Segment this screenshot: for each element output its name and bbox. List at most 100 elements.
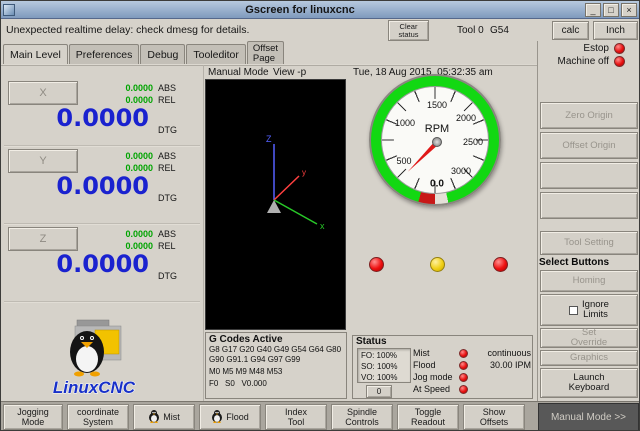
- separator: [4, 301, 200, 303]
- abs-label: ABS: [158, 83, 176, 93]
- tool-setting-button[interactable]: Tool Setting: [540, 231, 638, 255]
- mist-led-icon: [459, 349, 468, 358]
- jog-mode-value: continuous: [471, 348, 531, 358]
- mist-button[interactable]: Mist: [133, 404, 195, 430]
- units-button[interactable]: Inch: [593, 21, 638, 40]
- titlebar[interactable]: Gscreen for linuxcnc _ □ ×: [1, 1, 639, 19]
- sidebar-blank-button-2[interactable]: [540, 192, 638, 219]
- axis-y-abs-value: 0.0000: [89, 151, 153, 161]
- estop-label: Estop: [583, 43, 609, 54]
- mode-toggle-button[interactable]: Manual Mode >>: [538, 403, 639, 431]
- spindle-controls-line1: Spindle: [347, 407, 377, 417]
- index-tool-button[interactable]: Index Tool: [265, 404, 327, 430]
- sidebar-divider: [537, 41, 538, 401]
- maximize-icon[interactable]: □: [603, 3, 619, 17]
- feed-override-value: FO: 100%: [361, 350, 407, 361]
- gauge-title: RPM: [425, 123, 449, 135]
- axis-y-button[interactable]: Y: [8, 149, 78, 173]
- tab-offset-page[interactable]: Offset Page: [247, 41, 284, 65]
- realtime-delay-message: Unexpected realtime delay: check dmesg f…: [6, 24, 249, 36]
- tab-preferences[interactable]: Preferences: [69, 44, 140, 65]
- zero-origin-button[interactable]: Zero Origin: [540, 102, 638, 129]
- axis-z-abs-value: 0.0000: [89, 229, 153, 239]
- spindle-override-value: SO: 100%: [361, 361, 407, 372]
- rel-label: REL: [158, 241, 176, 251]
- index-tool-line2: Tool: [288, 417, 305, 427]
- flood-button[interactable]: Flood: [199, 404, 261, 430]
- graphics-button[interactable]: Graphics: [540, 350, 638, 366]
- estop-row: Estop: [583, 43, 625, 54]
- set-override-button[interactable]: Set Override: [540, 328, 638, 348]
- jogging-mode-line2: Mode: [22, 417, 45, 427]
- dro-view-divider: [203, 65, 204, 401]
- rel-label: REL: [158, 163, 176, 173]
- axis-z-button[interactable]: Z: [8, 227, 78, 251]
- abs-label: ABS: [158, 229, 176, 239]
- gauge-tick: 1000: [395, 118, 415, 128]
- coordinate-system-line2: System: [83, 417, 113, 427]
- notebook-tabs: Main Level Preferences Debug Tooleditor …: [3, 41, 285, 65]
- bottom-toolbar: Jogging Mode coordinate System Mist Floo…: [1, 401, 640, 431]
- gremlin-3d-view[interactable]: Z y x: [205, 79, 346, 330]
- axis-z-dtg-value: 0.0000: [1, 250, 149, 278]
- minimize-icon[interactable]: _: [585, 3, 601, 17]
- coord-system-label: G54: [490, 25, 509, 36]
- indicator-led-middle: [430, 257, 445, 272]
- mist-penguin-icon: [148, 409, 160, 425]
- at-speed-led-icon: [459, 385, 468, 394]
- jog-mode-led-icon: [459, 373, 468, 382]
- status-row-mist: Mist continuous: [411, 348, 533, 360]
- mist-button-label: Mist: [163, 412, 180, 422]
- tab-offset-page-line2: Page: [253, 54, 278, 64]
- indicator-led-left: [369, 257, 384, 272]
- show-offsets-line2: Offsets: [480, 417, 508, 427]
- velocity-override-value: VO: 100%: [361, 372, 407, 383]
- launch-keyboard-button[interactable]: Launch Keyboard: [540, 368, 638, 398]
- linuxcnc-logo: LinuxCNC: [37, 318, 151, 398]
- override-spin-button[interactable]: 0: [366, 385, 392, 398]
- tab-tooleditor[interactable]: Tooleditor: [186, 44, 246, 65]
- z-axis-label: Z: [266, 134, 272, 144]
- axes-graphic: Z y x: [206, 80, 347, 331]
- status-row-jog-mode: Jog mode: [411, 372, 533, 384]
- clear-status-button[interactable]: Clear status: [388, 20, 429, 41]
- gscreen-window: Gscreen for linuxcnc _ □ × Unexpected re…: [0, 0, 640, 431]
- spindle-controls-button[interactable]: Spindle Controls: [331, 404, 393, 430]
- axis-group-z: Z 0.0000 ABS 0.0000 REL 0.0000 DTG: [1, 225, 203, 291]
- homing-button[interactable]: Homing: [540, 270, 638, 292]
- gcodes-title: G Codes Active: [209, 334, 343, 345]
- sidebar-blank-button-1[interactable]: [540, 162, 638, 189]
- rel-label: REL: [158, 95, 176, 105]
- axis-x-button[interactable]: X: [8, 81, 78, 105]
- tab-debug[interactable]: Debug: [140, 44, 185, 65]
- calc-button[interactable]: calc: [552, 21, 589, 40]
- toggle-readout-line1: Toggle: [415, 407, 442, 417]
- status-title: Status: [356, 336, 387, 347]
- logo-text: LinuxCNC: [53, 378, 136, 397]
- offset-origin-button[interactable]: Offset Origin: [540, 132, 638, 159]
- index-tool-line1: Index: [285, 407, 307, 417]
- gauge-tick: 3000: [451, 166, 471, 176]
- show-offsets-button[interactable]: Show Offsets: [463, 404, 525, 430]
- gcode-line: G8 G17 G20 G40 G49 G54 G64 G80: [209, 345, 343, 355]
- select-buttons-label: Select Buttons: [539, 257, 609, 268]
- ignore-limits-button[interactable]: Ignore Limits: [540, 294, 638, 326]
- jogging-mode-button[interactable]: Jogging Mode: [3, 404, 63, 430]
- flood-label: Flood: [413, 360, 436, 370]
- close-icon[interactable]: ×: [621, 3, 637, 17]
- toggle-readout-button[interactable]: Toggle Readout: [397, 404, 459, 430]
- machine-off-led-icon: [614, 56, 625, 67]
- coordinate-system-line1: coordinate: [77, 407, 119, 417]
- ignore-limits-checkbox[interactable]: [569, 306, 578, 315]
- tab-main-level[interactable]: Main Level: [3, 44, 68, 65]
- toggle-readout-line2: Readout: [411, 417, 445, 427]
- flood-led-icon: [459, 361, 468, 370]
- gauge-value: 0.0: [430, 179, 444, 190]
- axis-x-abs-value: 0.0000: [89, 83, 153, 93]
- jogging-mode-line1: Jogging: [17, 407, 49, 417]
- tux-machine-graphic: LinuxCNC: [37, 318, 151, 398]
- window-title: Gscreen for linuxcnc: [17, 4, 583, 16]
- spindle-controls-line2: Controls: [345, 417, 379, 427]
- dtg-label: DTG: [158, 271, 177, 281]
- coordinate-system-button[interactable]: coordinate System: [67, 404, 129, 430]
